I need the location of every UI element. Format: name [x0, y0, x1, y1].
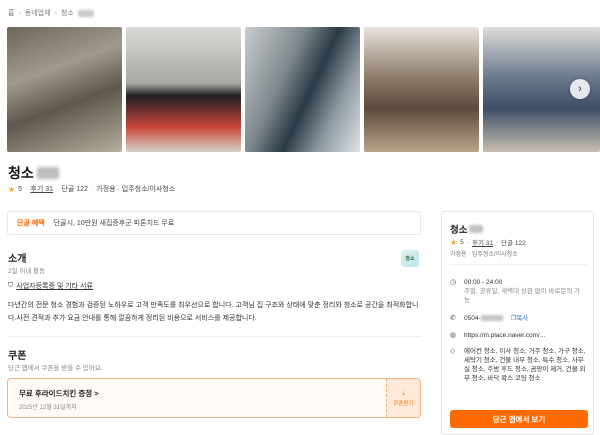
coupon-title-text: 무료 후라이드치킨 증정 [19, 389, 93, 398]
category-text: 가정용 · 입주청소/이사청소 [96, 186, 176, 193]
coupon-download-button[interactable]: ⤓ 쿠폰받기 [386, 379, 420, 417]
copy-label: 복사 [516, 315, 529, 322]
summary-business-name: 청소 [450, 225, 468, 236]
chevron-right-icon: > [94, 389, 99, 398]
star-icon: ★ [450, 237, 458, 247]
blurred-text [36, 167, 59, 179]
license-link[interactable]: 사업자등록증 및 기타 서류 [16, 281, 93, 291]
summary-title: 청소 [450, 222, 484, 236]
business-title-row: 청소 [8, 163, 59, 183]
summary-regulars: 단골 122 [501, 240, 526, 247]
reviews-link[interactable]: 후기 31 [30, 184, 53, 194]
license-row[interactable]: ⛉ 사업자등록증 및 기타 서류 [8, 281, 93, 291]
website-link[interactable]: https://m.place.naver.com/... [464, 332, 545, 339]
business-meta: ★ 5 · 후기 31 · 단골 122 · 가정용 · 입주청소/이사청소 [8, 184, 176, 194]
business-name: 청소 [8, 165, 34, 181]
blurred-text [480, 315, 503, 322]
breadcrumb-separator-icon: › [18, 9, 21, 17]
breadcrumb-separator-icon: › [54, 9, 57, 17]
summary-meta: ★ 5 · 후기 31 · 단골 122 [450, 237, 526, 248]
website-row: ◍ https://m.place.naver.com/... [450, 331, 586, 340]
coupon-expiry: 2025년 12월 31일까지 [19, 405, 77, 411]
breadcrumb-current: 청소 [60, 10, 74, 17]
summary-category: 가정용 · 입주청소/이사청소 [450, 252, 518, 258]
clock-icon: ◷ [450, 279, 457, 286]
coupon-download-label: 쿠폰받기 [393, 400, 414, 407]
summary-reviews-link[interactable]: 후기 31 [472, 237, 493, 247]
intro-heading: 소개 [8, 254, 27, 265]
open-in-app-button[interactable]: 당근 앱에서 보기 [450, 410, 588, 428]
breadcrumb-home[interactable]: 홈 [8, 8, 14, 18]
gallery-next-button[interactable]: › [570, 79, 590, 99]
gallery-photo[interactable] [245, 27, 360, 152]
intro-description: 다년간의 전문 청소 경험과 검증된 노하우로 고객 만족도를 최우선으로 합니… [8, 302, 419, 322]
hours-row: ◷ 00:00 - 24:00 주말, 공휴일, 새벽대 상관 없이 바로문의 … [450, 278, 586, 305]
coupon-subtext: 당근 앱에서 쿠폰을 받을 수 있어요. [8, 365, 103, 372]
shield-check-icon: ⛉ [8, 282, 14, 289]
summary-rating: 5 [460, 238, 464, 246]
copy-phone-button[interactable]: ❐복사 [510, 315, 528, 322]
chevron-right-icon: › [578, 83, 582, 95]
hours-note: 주말, 공휴일, 새벽대 상관 없이 바로문의 가능 [464, 288, 581, 304]
phone-row: ✆ 0504- ❐복사 [450, 314, 586, 323]
benefit-tag: 단골 혜택 [17, 220, 45, 227]
business-logo-mark: 청소 [405, 256, 415, 262]
globe-icon: ◍ [450, 332, 457, 339]
coupon-heading: 쿠폰 [8, 351, 27, 362]
regulars-count: 단골 122 [61, 186, 88, 193]
divider [450, 264, 587, 265]
star-icon: ★ [8, 184, 16, 194]
coupon-card[interactable]: 무료 후라이드치킨 증정 > 2025년 12월 31일까지 ⤓ 쿠폰받기 [7, 378, 421, 418]
business-logo: 청소 [401, 250, 419, 267]
services-list: 에어컨 청소, 이사 청소, 거주 청소, 가구 청소, 세탁기 청소, 건물 … [464, 348, 586, 382]
divider [7, 336, 421, 337]
gallery-photo[interactable] [7, 27, 122, 152]
rating-value: 5 [18, 185, 23, 193]
business-summary-card: 청소 ★ 5 · 후기 31 · 단골 122 가정용 · 입주청소/이사청소 … [441, 211, 594, 435]
gallery-photo[interactable] [364, 27, 479, 152]
photo-gallery: › [7, 27, 600, 152]
breadcrumb-category[interactable]: 동네업체 [25, 8, 51, 18]
blurred-text [77, 9, 94, 17]
hours-value: 00:00 - 24:00 [464, 279, 503, 286]
download-icon: ⤓ [402, 389, 405, 396]
intro-activity: 2일 이내 활동 [8, 268, 46, 275]
blurred-text [469, 225, 484, 233]
gallery-photo[interactable] [126, 27, 241, 152]
services-row: ◇ 에어컨 청소, 이사 청소, 거주 청소, 가구 청소, 세탁기 청소, 건… [450, 347, 586, 383]
breadcrumb: 홈 › 동네업체 › 청소 [8, 8, 94, 18]
regular-benefit-box: 단골 혜택 단골시, 10만원 새집증후군 피톤치드 무료 [7, 211, 421, 235]
benefit-text: 단골시, 10만원 새집증후군 피톤치드 무료 [53, 220, 175, 227]
phone-icon: ✆ [450, 315, 456, 322]
tag-icon: ◇ [450, 348, 456, 355]
phone-value: 0504- [464, 315, 481, 322]
coupon-title: 무료 후라이드치킨 증정 > [19, 388, 99, 399]
